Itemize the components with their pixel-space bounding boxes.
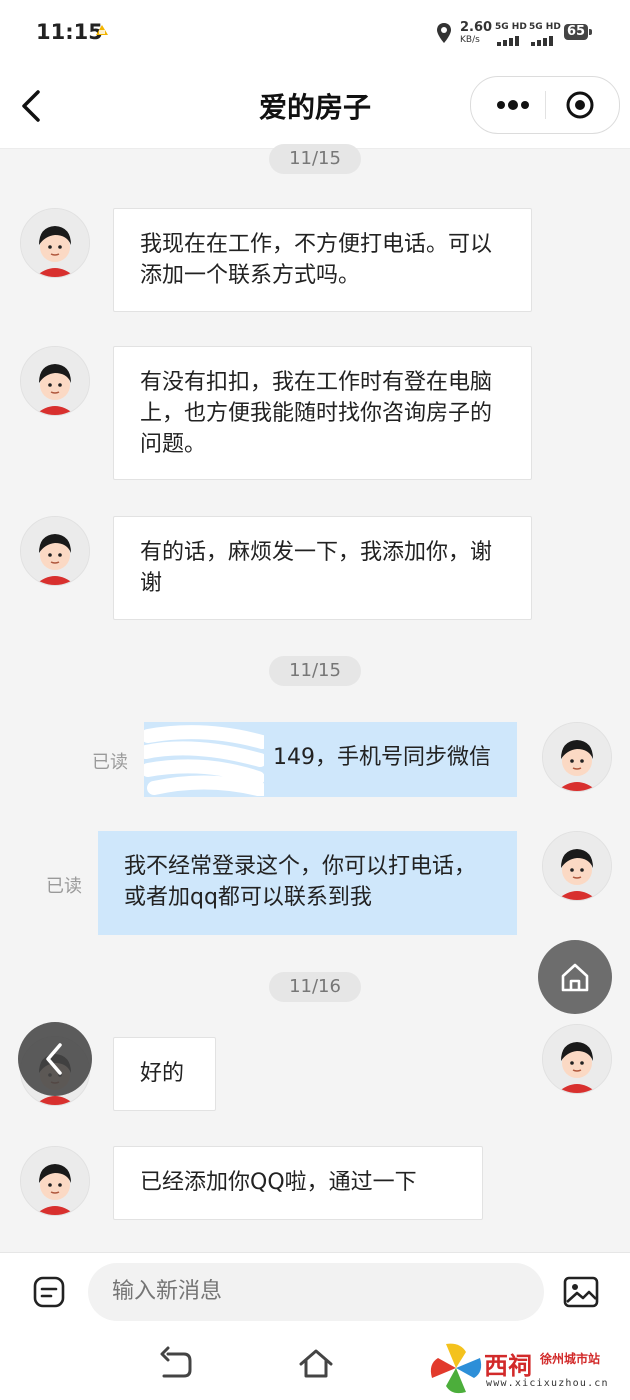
status-time: 11:15: [36, 20, 103, 44]
cartoon-avatar-icon: [21, 517, 89, 585]
date-divider: 11/15: [269, 656, 361, 686]
message-bubble: 有的话，麻烦发一下，我添加你，谢谢: [113, 516, 532, 620]
redaction-scribble: [144, 725, 264, 796]
avatar[interactable]: [20, 346, 90, 416]
message-bubble: 已经添加你QQ啦，通过一下: [113, 1146, 483, 1220]
avatar-self[interactable]: [542, 722, 612, 792]
floating-back-button[interactable]: [18, 1022, 92, 1096]
home-outline-icon[interactable]: [296, 1344, 336, 1384]
home-icon: [561, 963, 589, 992]
network-type-2: 5G HD: [529, 22, 561, 32]
avatar[interactable]: [20, 1146, 90, 1216]
target-circle-icon[interactable]: [563, 89, 597, 121]
watermark-city: 徐州城市站: [540, 1352, 601, 1366]
message-bubble: 好的: [113, 1037, 216, 1111]
floating-home-button[interactable]: [538, 940, 612, 1014]
cartoon-avatar-icon: [543, 832, 611, 900]
watermark-url: www.xicixuzhou.cn: [486, 1378, 609, 1389]
chevron-left-icon[interactable]: [10, 84, 54, 128]
message-input[interactable]: [88, 1263, 544, 1321]
network-speed: 2.60 KB/s: [460, 20, 493, 46]
avatar[interactable]: [20, 516, 90, 586]
avatar-self[interactable]: [542, 831, 612, 901]
avatar[interactable]: [20, 208, 90, 278]
network-type-1: 5G HD: [495, 22, 527, 32]
date-divider: 11/16: [269, 972, 361, 1002]
message-text: 149，手机号同步微信: [273, 745, 491, 770]
app-header: 爱的房子: [0, 66, 630, 149]
date-divider: 11/15: [269, 144, 361, 174]
back-arrow-icon[interactable]: [158, 1344, 194, 1384]
message-bubble: 有没有扣扣，我在工作时有登在电脑上，也方便我能随时找你咨询房子的问题。: [113, 346, 532, 480]
read-status: 已读: [46, 876, 82, 897]
image-icon[interactable]: [562, 1273, 600, 1311]
speed-value: 2.60: [460, 20, 493, 35]
system-nav-bar: 西祠 徐州城市站 www.xicixuzhou.cn: [0, 1332, 630, 1400]
capsule-divider: [545, 91, 546, 119]
signal-bars-icon: [497, 36, 519, 46]
message-bubble: 我现在在工作，不方便打电话。可以添加一个联系方式吗。: [113, 208, 532, 312]
message-composer: [0, 1252, 630, 1333]
cartoon-avatar-icon: [543, 1025, 611, 1093]
read-status: 已读: [92, 752, 128, 773]
speed-unit: KB/s: [460, 35, 480, 45]
cartoon-avatar-icon: [543, 723, 611, 791]
mini-program-capsule: [470, 76, 620, 134]
watermark-brand: 西祠: [484, 1351, 532, 1380]
signal-bars-2-icon: [531, 36, 553, 46]
battery-icon: 65: [564, 24, 588, 40]
cartoon-avatar-icon: [21, 1147, 89, 1215]
battery-tip: [589, 29, 592, 35]
avatar-self[interactable]: [542, 1024, 612, 1094]
message-icon[interactable]: [32, 1275, 66, 1309]
cartoon-avatar-icon: [21, 209, 89, 277]
xici-logo-icon: [430, 1343, 482, 1394]
cartoon-avatar-icon: [21, 347, 89, 415]
location-icon: [437, 23, 451, 43]
sim-card-icon: [96, 25, 108, 35]
message-bubble-outgoing: 我不经常登录这个，你可以打电话，或者加qq都可以联系到我: [98, 831, 517, 935]
more-dots-icon[interactable]: [487, 89, 539, 121]
status-bar: 11:15 2.60 KB/s 5G HD 5G HD 65: [0, 0, 630, 66]
chevron-left-icon: [46, 1043, 62, 1075]
